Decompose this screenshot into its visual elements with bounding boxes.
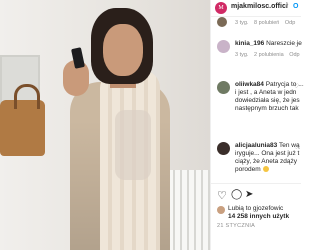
comment-emoji-icon <box>263 166 270 172</box>
liker-avatar <box>217 206 225 214</box>
action-icons: ♡ ◯ ➤ <box>217 189 301 203</box>
comment-username[interactable]: oliiwka84 <box>235 81 264 88</box>
comment: alicjaalunia83 Ten wą iryguje... Ona jes… <box>211 140 301 182</box>
comment-username[interactable]: kinia_196 <box>235 40 264 47</box>
comment-reply[interactable]: Odp <box>285 20 295 26</box>
comments-panel: M mjakmilosc.offici • O 3 tyg. 8 polubie… <box>210 0 304 250</box>
comment-reply[interactable]: Odp <box>289 52 299 58</box>
comment-likes[interactable]: 8 polubień <box>254 20 279 26</box>
heart-icon[interactable]: ♡ <box>217 189 227 202</box>
comment-age: 3 tyg. <box>235 52 249 58</box>
photo-handbag <box>0 84 45 156</box>
comment-like-icon[interactable]: ♡ <box>294 42 299 49</box>
post-date: 21 STYCZNIA <box>217 223 256 229</box>
liked-by-text[interactable]: Lubią to gjozefowic <box>228 205 283 212</box>
comment-meta: 3 tyg. 8 polubień Odp <box>235 20 299 26</box>
photo-face <box>103 24 143 76</box>
comment: 3 tyg. 8 polubień Odp <box>211 16 301 30</box>
comment-avatar[interactable] <box>217 40 230 53</box>
comment-icon[interactable]: ◯ <box>231 189 242 200</box>
post-header: M mjakmilosc.offici • O <box>211 0 301 17</box>
comment-meta: 3 tyg. 2 polubienia Odp <box>235 52 304 58</box>
comment: oliiwka84 Patrycja to ... i jest , a Ane… <box>211 79 304 129</box>
account-avatar[interactable]: M <box>215 2 227 14</box>
header-separator: • <box>286 2 289 9</box>
comment-avatar[interactable] <box>217 142 230 155</box>
comment-avatar[interactable] <box>217 17 227 27</box>
comment-age: 3 tyg. <box>235 20 249 26</box>
comment: kinia_196 Nareszcie je 3 tyg. 2 polubien… <box>211 38 304 68</box>
photo-person <box>45 0 175 250</box>
post-actions-bar: ♡ ◯ ➤ Lubią to gjozefowic 14 258 innych … <box>211 183 301 234</box>
follow-button[interactable]: O <box>293 3 298 10</box>
account-username[interactable]: mjakmilosc.offici <box>231 3 288 10</box>
post-photo[interactable] <box>0 0 210 250</box>
comment-likes[interactable]: 2 polubienia <box>254 52 284 58</box>
share-icon[interactable]: ➤ <box>245 189 253 200</box>
photo-shirt <box>115 110 151 180</box>
comment-like-icon[interactable]: ♡ <box>294 144 299 151</box>
comment-like-icon[interactable]: ♡ <box>294 83 299 90</box>
comment-username[interactable]: alicjaalunia83 <box>235 142 277 149</box>
likes-count[interactable]: 14 258 innych użytk <box>228 213 289 220</box>
comment-avatar[interactable] <box>217 81 230 94</box>
